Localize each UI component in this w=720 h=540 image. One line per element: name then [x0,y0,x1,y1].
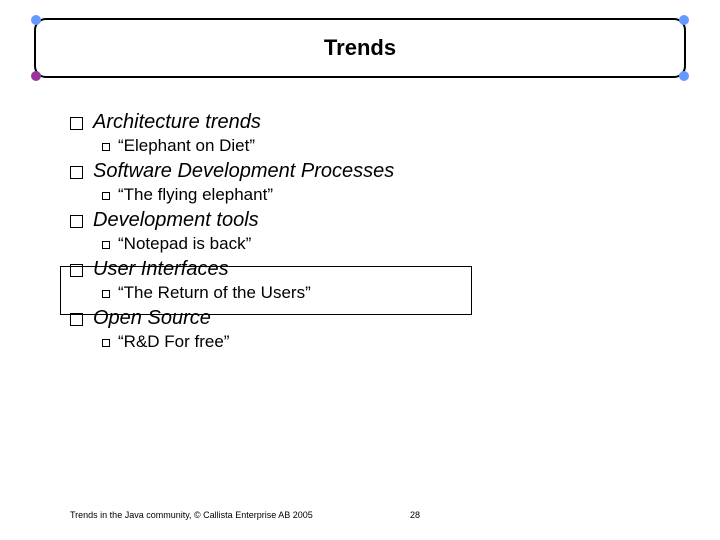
sub-bullet-icon [102,290,110,298]
sub-line: “Notepad is back” [102,233,640,255]
sub-text: “Notepad is back” [118,233,251,255]
sub-text: “R&D For free” [118,331,229,353]
main-text: Development tools [93,208,259,233]
list-item: Architecture trends “Elephant on Diet” [70,110,640,157]
main-text: User Interfaces [93,257,229,282]
list-item: User Interfaces “The Return of the Users… [70,257,640,304]
page-number: 28 [410,510,420,520]
sub-text: “The flying elephant” [118,184,273,206]
square-bullet-icon [70,117,83,130]
sub-text: “The Return of the Users” [118,282,311,304]
main-line: User Interfaces [70,257,640,282]
main-text: Software Development Processes [93,159,394,184]
corner-dot-icon [679,15,689,25]
main-text: Architecture trends [93,110,261,135]
square-bullet-icon [70,166,83,179]
sub-bullet-icon [102,192,110,200]
corner-dot-icon [31,71,41,81]
title-box: Trends [34,18,686,78]
sub-bullet-icon [102,339,110,347]
footer-text: Trends in the Java community, © Callista… [70,510,650,520]
main-line: Software Development Processes [70,159,640,184]
square-bullet-icon [70,264,83,277]
slide: Trends Architecture trends “Elephant on … [0,0,720,540]
square-bullet-icon [70,215,83,228]
corner-dot-icon [679,71,689,81]
content-list: Architecture trends “Elephant on Diet” S… [70,110,640,355]
sub-bullet-icon [102,241,110,249]
main-line: Development tools [70,208,640,233]
sub-line: “The flying elephant” [102,184,640,206]
main-line: Open Source [70,306,640,331]
list-item: Software Development Processes “The flyi… [70,159,640,206]
main-line: Architecture trends [70,110,640,135]
slide-title: Trends [324,35,396,61]
sub-line: “Elephant on Diet” [102,135,640,157]
sub-line: “The Return of the Users” [102,282,640,304]
corner-dot-icon [31,15,41,25]
square-bullet-icon [70,313,83,326]
sub-line: “R&D For free” [102,331,640,353]
sub-bullet-icon [102,143,110,151]
main-text: Open Source [93,306,211,331]
sub-text: “Elephant on Diet” [118,135,255,157]
list-item: Development tools “Notepad is back” [70,208,640,255]
list-item: Open Source “R&D For free” [70,306,640,353]
